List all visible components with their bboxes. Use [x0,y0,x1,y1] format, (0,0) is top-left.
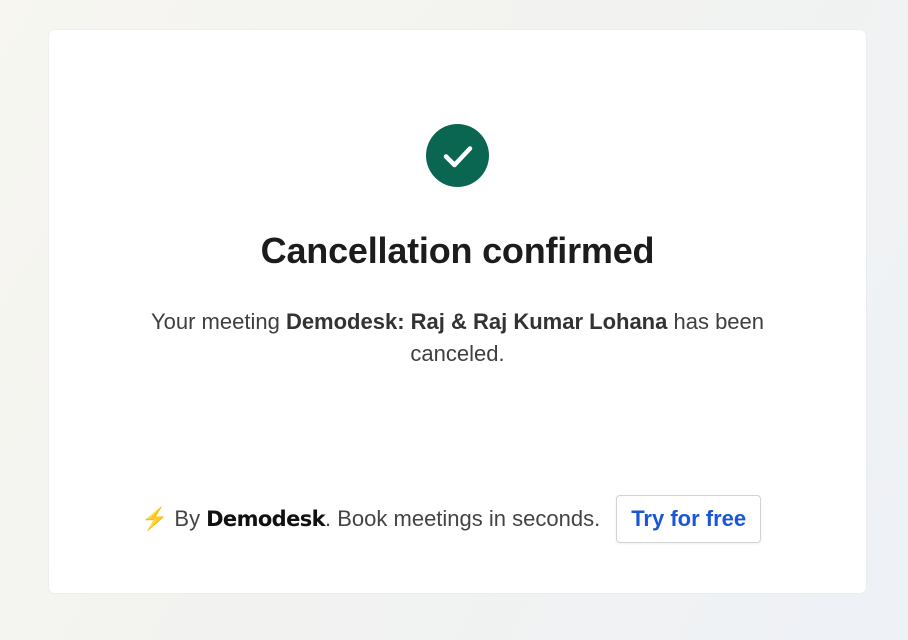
confirmation-card: Cancellation confirmed Your meeting Demo… [49,30,866,593]
meeting-name: Demodesk: Raj & Raj Kumar Lohana [285,309,668,334]
page-title: Cancellation confirmed [260,230,655,271]
powered-by-footer: ⚡ By Demodesk . Book meetings in seconds… [141,494,762,544]
message-prefix: Your meeting [150,309,286,334]
try-for-free-button[interactable]: Try for free [616,495,762,543]
tagline: . Book meetings in seconds. [325,506,601,531]
check-circle-icon [426,124,489,187]
demodesk-logo[interactable]: Demodesk [206,507,326,531]
lightning-bolt-icon: ⚡ [141,506,169,531]
cancellation-message: Your meeting Demodesk: Raj & Raj Kumar L… [129,306,786,370]
by-label: By [174,506,201,531]
